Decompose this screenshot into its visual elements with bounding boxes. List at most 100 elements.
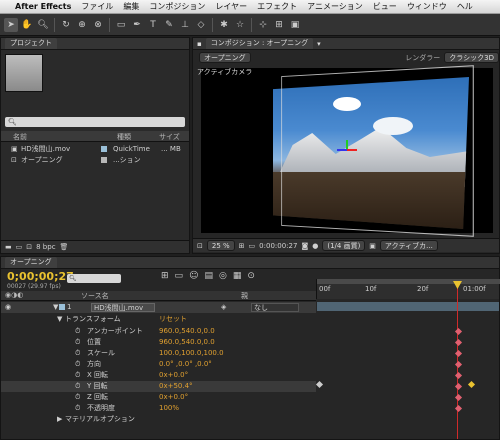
property-value[interactable]: 100% — [159, 403, 179, 414]
menu-file[interactable]: ファイル — [76, 1, 118, 12]
3d-view-dropdown[interactable]: アクティブカ... — [379, 240, 438, 251]
parent-header[interactable]: 親 — [241, 291, 248, 301]
menu-app[interactable]: After Effects — [10, 2, 76, 11]
renderer-button[interactable]: クラシック3D — [444, 52, 499, 63]
stopwatch-icon[interactable]: ⏱ — [75, 403, 80, 414]
always-preview-icon[interactable]: ⊡ — [197, 242, 203, 250]
menu-window[interactable]: ウィンドウ — [402, 1, 452, 12]
safe-margins-icon[interactable]: ⊞ — [239, 242, 245, 250]
stopwatch-icon[interactable]: ⏱ — [75, 370, 80, 381]
layer-name[interactable]: HD浅間山.mov — [91, 303, 155, 312]
time-ruler[interactable]: 00f 10f 20f 01:00f — [316, 279, 500, 299]
collapse-triangle-icon[interactable]: ▶ — [57, 414, 62, 425]
property-row[interactable]: ⏱ アンカーポイント 960.0,540.0,0.0 — [1, 326, 316, 337]
magnification-dropdown[interactable]: 25 % — [206, 240, 235, 251]
menu-view[interactable]: ビュー — [368, 1, 402, 12]
transform-group[interactable]: ▼ トランスフォーム リセット — [1, 314, 316, 325]
pan-behind-tool-icon[interactable]: ⊗ — [91, 18, 105, 32]
property-row[interactable]: ⏱ X 回転 0x+0.0° — [1, 370, 316, 381]
property-value[interactable]: 0x+0.0° — [159, 370, 188, 381]
shy-layers-icon[interactable]: ☺ — [189, 271, 198, 281]
hand-tool-icon[interactable]: ✋ — [20, 18, 34, 32]
text-tool-icon[interactable]: T — [146, 18, 160, 32]
property-row[interactable]: ⏱ スケール 100.0,100.0,100.0 — [1, 348, 316, 359]
source-name-header[interactable]: ソース名 — [81, 291, 109, 301]
brush-tool-icon[interactable]: ✎ — [162, 18, 176, 32]
expand-triangle-icon[interactable]: ▼ — [57, 314, 62, 325]
selection-tool-icon[interactable]: ➤ — [4, 17, 18, 32]
comp-breadcrumb-button[interactable]: オープニング — [199, 52, 251, 63]
menu-layer[interactable]: レイヤー — [210, 1, 252, 12]
frame-blending-icon[interactable]: ▤ — [204, 271, 213, 281]
channel-icon[interactable]: ● — [312, 242, 318, 250]
project-search-input[interactable]: 🔍︎ — [5, 117, 185, 127]
region-of-interest-icon[interactable]: ▣ — [369, 242, 376, 250]
property-value[interactable]: 100.0,100.0,100.0 — [159, 348, 224, 359]
roto-brush-tool-icon[interactable]: ✱ — [217, 18, 231, 32]
property-value[interactable]: 0x+0.0° — [159, 392, 188, 403]
work-area-bar[interactable] — [317, 279, 500, 284]
rectangle-tool-icon[interactable]: ▭ — [114, 18, 128, 32]
comp-mini-flowchart-icon[interactable]: ⊞ — [161, 271, 169, 281]
visibility-icon[interactable]: ◉ — [5, 302, 11, 313]
menu-edit[interactable]: 編集 — [118, 1, 144, 12]
3d-layer-switch-icon[interactable]: ◈ — [221, 302, 226, 313]
snapshot-icon[interactable]: ◙ — [301, 242, 308, 250]
bit-depth-button[interactable]: 8 bpc — [36, 243, 55, 251]
stopwatch-icon[interactable]: ⏱ — [75, 337, 80, 348]
property-row[interactable]: ⏱ Y 回転 0x+50.4° — [1, 381, 316, 392]
clone-stamp-tool-icon[interactable]: ⊥ — [178, 18, 192, 32]
stopwatch-icon[interactable]: ⏱ — [75, 392, 80, 403]
eraser-tool-icon[interactable]: ◇ — [194, 18, 208, 32]
expand-triangle-icon[interactable]: ▼ — [53, 302, 58, 313]
comp-viewer[interactable]: アクティブカメラ — [197, 65, 493, 237]
camera-tool-icon[interactable]: ⊕ — [75, 18, 89, 32]
keyframe-marker-icon[interactable] — [467, 380, 476, 389]
stopwatch-icon[interactable]: ⏱ — [75, 326, 80, 337]
local-axis-icon[interactable]: ⊹ — [256, 18, 270, 32]
property-value[interactable]: 0x+50.4° — [159, 381, 193, 392]
property-row[interactable]: ⏱ 方向 0.0° ,0.0° ,0.0° — [1, 359, 316, 370]
interpret-footage-icon[interactable]: ▬ — [5, 243, 12, 251]
tab-timeline[interactable]: オープニング — [5, 257, 57, 268]
property-value[interactable]: 960.0,540.0,0.0 — [159, 337, 215, 348]
tab-composition[interactable]: コンポジション : オープニング — [205, 38, 314, 49]
material-options-group[interactable]: ▶ マテリアルオプション — [1, 414, 316, 425]
label-color-swatch[interactable] — [59, 304, 65, 310]
zoom-tool-icon[interactable]: 🔍︎ — [36, 18, 50, 32]
brainstorm-icon[interactable]: ⊙ — [247, 271, 255, 281]
menu-effect[interactable]: エフェクト — [252, 1, 302, 12]
property-row[interactable]: ⏱ 不透明度 100% — [1, 403, 316, 414]
mask-visibility-icon[interactable]: ▭ — [249, 242, 256, 250]
column-size[interactable]: サイズ — [159, 132, 180, 142]
timeline-search-input[interactable]: 🔍︎ — [67, 274, 121, 283]
current-time-display[interactable]: 0:00:00:27 — [259, 242, 297, 250]
property-value[interactable]: 0.0° ,0.0° ,0.0° — [159, 359, 212, 370]
stopwatch-icon[interactable]: ⏱ — [75, 348, 80, 359]
puppet-tool-icon[interactable]: ☆ — [233, 18, 247, 32]
layer-duration-bar[interactable] — [317, 302, 499, 311]
project-item[interactable]: ▣ HD浅間山.mov QuickTime ... MB — [1, 144, 189, 155]
property-row[interactable]: ⏱ 位置 960.0,540.0,0.0 — [1, 337, 316, 348]
trash-icon[interactable]: 🗑︎ — [60, 243, 69, 251]
lock-icon[interactable]: ▪ — [197, 40, 202, 48]
parent-dropdown[interactable]: なし — [251, 303, 299, 312]
menu-help[interactable]: ヘル — [452, 1, 478, 12]
timecode-display[interactable]: 0;00;00;27 — [7, 270, 74, 283]
keyframe-marker-icon[interactable] — [315, 380, 324, 389]
property-row[interactable]: ⏱ Z 回転 0x+0.0° — [1, 392, 316, 403]
motion-blur-icon[interactable]: ◎ — [219, 271, 227, 281]
new-comp-icon[interactable]: ⊡ — [26, 243, 32, 251]
axis-gizmo-icon[interactable] — [337, 140, 357, 160]
graph-editor-icon[interactable]: ▦ — [233, 271, 242, 281]
property-value[interactable]: 960.0,540.0,0.0 — [159, 326, 215, 337]
draft-3d-icon[interactable]: ▭ — [175, 271, 184, 281]
stopwatch-icon[interactable]: ⏱ — [75, 359, 80, 370]
menu-animation[interactable]: アニメーション — [302, 1, 368, 12]
layer-row[interactable]: ◉ ▼ 1 HD浅間山.mov ◈ なし — [1, 302, 316, 313]
view-axis-icon[interactable]: ▣ — [288, 18, 302, 32]
transform-reset-link[interactable]: リセット — [159, 314, 187, 325]
tab-menu-icon[interactable]: ▾ — [317, 40, 321, 48]
world-axis-icon[interactable]: ⊞ — [272, 18, 286, 32]
rotate-tool-icon[interactable]: ↻ — [59, 18, 73, 32]
